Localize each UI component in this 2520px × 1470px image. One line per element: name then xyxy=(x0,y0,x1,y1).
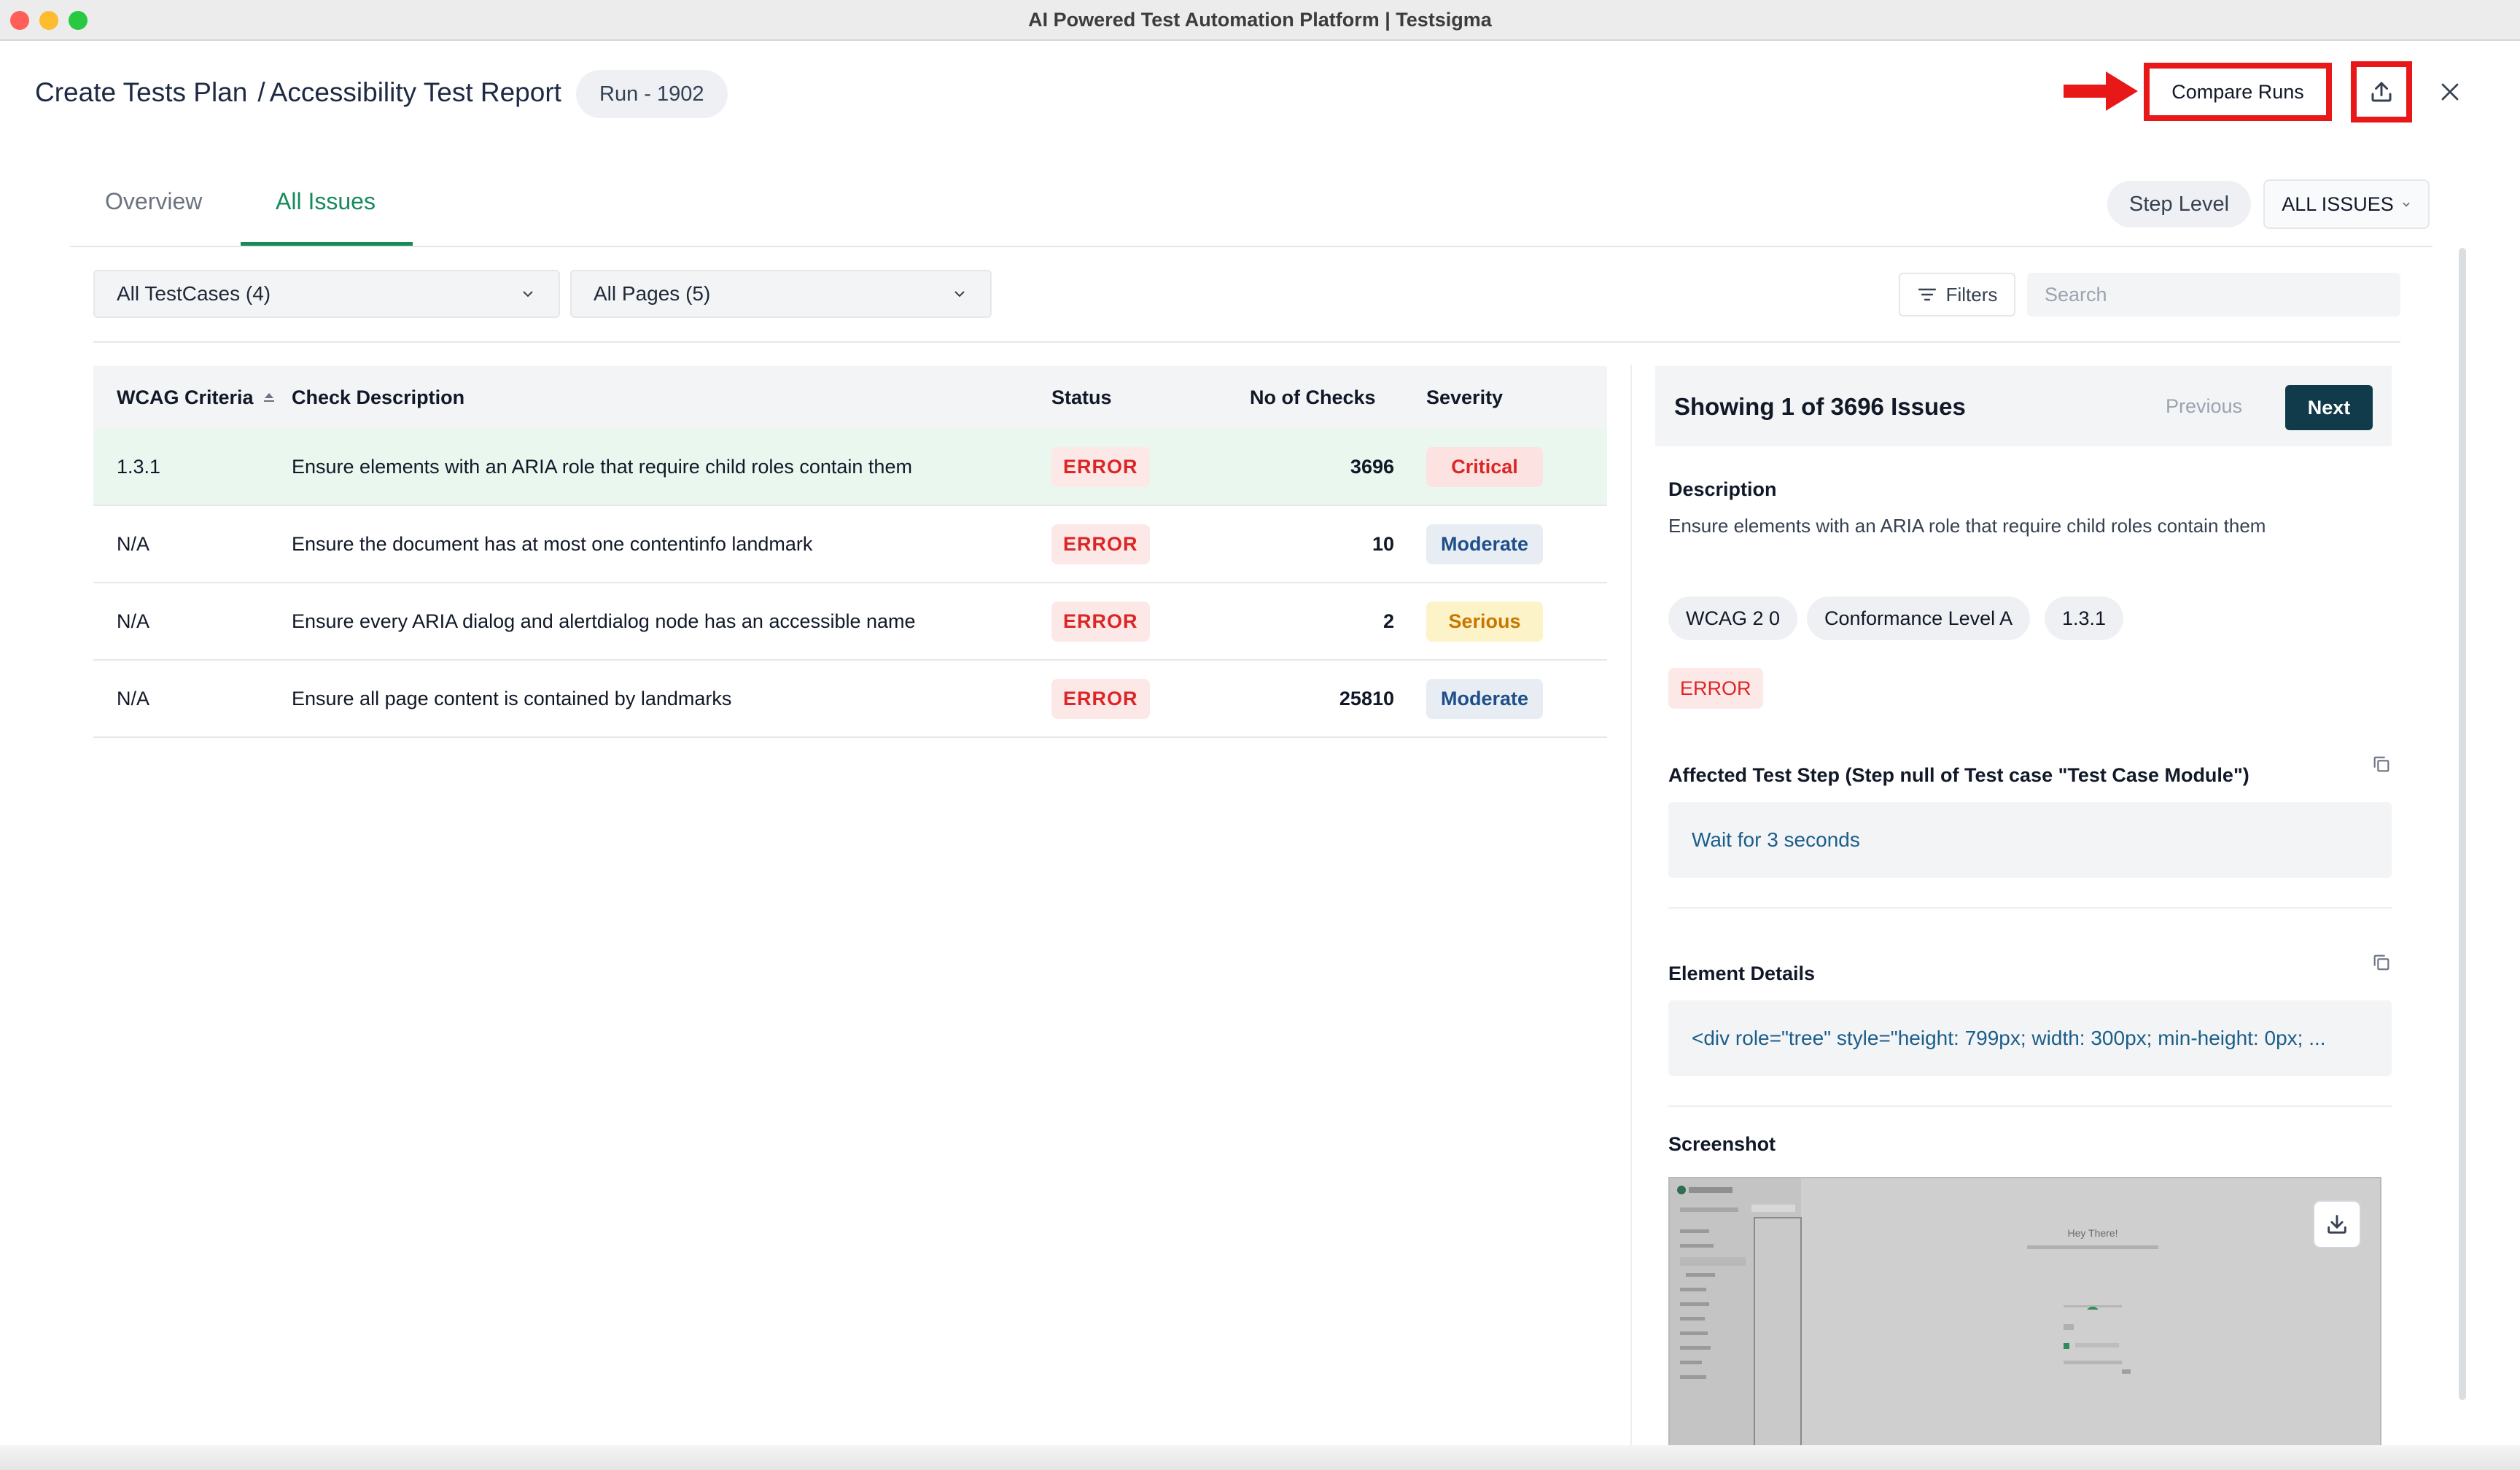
status-badge: ERROR xyxy=(1051,601,1150,642)
severity-column-header: Severity xyxy=(1426,386,1504,408)
run-badge: Run - 1902 xyxy=(576,70,728,118)
wcag-cell: N/A xyxy=(117,610,150,632)
screenshot-greeting: Hey There! xyxy=(2068,1227,2118,1239)
issue-description: Ensure elements with an ARIA role that r… xyxy=(1668,515,2266,537)
pages-select-value: All Pages (5) xyxy=(594,282,711,305)
description-cell: Ensure elements with an ARIA role that r… xyxy=(292,455,912,478)
status-badge: ERROR xyxy=(1051,678,1150,719)
description-cell: Ensure the document has at most one cont… xyxy=(292,532,813,555)
breadcrumb-current: Accessibility Test Report xyxy=(269,77,561,107)
search-input[interactable] xyxy=(2027,273,2400,316)
description-cell: Ensure every ARIA dialog and alertdialog… xyxy=(292,610,916,632)
download-icon xyxy=(2328,1215,2346,1234)
wcag-cell: 1.3.1 xyxy=(117,455,161,478)
filter-divider xyxy=(93,341,2400,343)
vertical-scrollbar[interactable] xyxy=(2459,248,2466,1400)
table-row[interactable]: N/A Ensure all page content is contained… xyxy=(93,661,1607,738)
issues-filter-dropdown[interactable]: ALL ISSUES xyxy=(2263,179,2430,229)
filters-button[interactable]: Filters xyxy=(1899,273,2015,316)
filter-lines-icon xyxy=(1918,288,1936,301)
testcases-select-value: All TestCases (4) xyxy=(117,282,271,305)
breadcrumb-parent[interactable]: Create Tests Plan xyxy=(35,77,247,108)
filters-label: Filters xyxy=(1945,283,1998,306)
description-cell: Ensure all page content is contained by … xyxy=(292,687,732,709)
tabs-divider xyxy=(70,246,2432,247)
next-button[interactable]: Next xyxy=(2285,385,2373,430)
section-divider xyxy=(1668,907,2392,909)
tab-all-issues[interactable]: All Issues xyxy=(276,188,376,215)
checks-cell: 2 xyxy=(1382,610,1394,632)
upload-icon xyxy=(2371,82,2392,102)
screenshot-label: Screenshot xyxy=(1668,1133,1776,1155)
red-arrow-annotation-icon xyxy=(2064,71,2138,111)
severity-badge: Moderate xyxy=(1426,524,1543,564)
status-badge: ERROR xyxy=(1668,668,1763,709)
copy-icon[interactable] xyxy=(2371,952,2392,973)
copy-icon[interactable] xyxy=(2371,754,2392,774)
window-bottom-edge xyxy=(0,1445,2520,1470)
checks-cell: 3696 xyxy=(1350,455,1394,478)
compare-runs-button[interactable]: Compare Runs xyxy=(2144,63,2332,121)
conformance-chip: Conformance Level A xyxy=(1807,596,2031,640)
close-icon xyxy=(2441,83,2459,101)
breadcrumb-separator: / xyxy=(257,77,265,107)
table-header: WCAG Criteria Check Description Status N… xyxy=(93,366,1607,429)
element-details-box: <div role="tree" style="height: 799px; w… xyxy=(1668,1000,2392,1076)
export-button[interactable] xyxy=(2351,61,2412,122)
severity-badge: Serious xyxy=(1426,601,1543,642)
severity-badge: Critical xyxy=(1426,446,1543,487)
checks-column-header: No of Checks xyxy=(1250,386,1376,408)
issues-count-title: Showing 1 of 3696 Issues xyxy=(1674,393,1966,420)
screenshot-preview: Hey There! xyxy=(1670,1178,2380,1450)
wcag-column-header[interactable]: WCAG Criteria xyxy=(93,386,292,409)
window-titlebar: AI Powered Test Automation Platform | Te… xyxy=(0,0,2520,41)
wcag-cell: N/A xyxy=(117,532,150,555)
status-column-header: Status xyxy=(1051,386,1112,408)
chevron-down-icon xyxy=(523,291,533,298)
table-row[interactable]: 1.3.1 Ensure elements with an ARIA role … xyxy=(93,429,1607,506)
screenshot-thumbnail[interactable]: Hey There! xyxy=(1668,1177,2381,1451)
chevron-down-icon xyxy=(2403,202,2410,207)
issues-filter-label: ALL ISSUES xyxy=(2282,192,2394,215)
step-level-toggle[interactable]: Step Level xyxy=(2107,181,2252,228)
window-title: AI Powered Test Automation Platform | Te… xyxy=(1028,9,1492,31)
chevron-down-icon xyxy=(954,291,965,298)
wcag-version-chip: WCAG 2 0 xyxy=(1668,596,1798,640)
download-screenshot-button[interactable] xyxy=(2313,1200,2361,1248)
status-badge: ERROR xyxy=(1051,446,1150,487)
affected-step-label: Affected Test Step (Step null of Test ca… xyxy=(1668,764,2249,786)
pages-select[interactable]: All Pages (5) xyxy=(570,270,992,318)
status-badge: ERROR xyxy=(1051,524,1150,564)
severity-badge: Moderate xyxy=(1426,678,1543,719)
section-divider xyxy=(1668,1105,2392,1107)
close-button[interactable] xyxy=(2434,76,2466,108)
criteria-chip: 1.3.1 xyxy=(2045,596,2124,640)
table-row[interactable]: N/A Ensure the document has at most one … xyxy=(93,506,1607,583)
element-details-label: Element Details xyxy=(1668,962,1816,984)
wcag-cell: N/A xyxy=(117,687,150,709)
checks-cell: 25810 xyxy=(1339,687,1394,709)
tab-overview[interactable]: Overview xyxy=(105,188,202,215)
breadcrumb: Create Tests Plan / Accessibility Test R… xyxy=(35,77,561,108)
description-label: Description xyxy=(1668,478,1777,500)
sort-icon[interactable] xyxy=(261,389,277,405)
panel-divider xyxy=(1630,365,1632,1458)
affected-step-box: Wait for 3 seconds xyxy=(1668,802,2392,878)
description-column-header: Check Description xyxy=(292,386,465,408)
previous-button[interactable]: Previous xyxy=(2166,395,2242,418)
checks-cell: 10 xyxy=(1372,532,1394,555)
table-row[interactable]: N/A Ensure every ARIA dialog and alertdi… xyxy=(93,583,1607,661)
testcases-select[interactable]: All TestCases (4) xyxy=(93,270,560,318)
issues-table: WCAG Criteria Check Description Status N… xyxy=(93,366,1607,738)
